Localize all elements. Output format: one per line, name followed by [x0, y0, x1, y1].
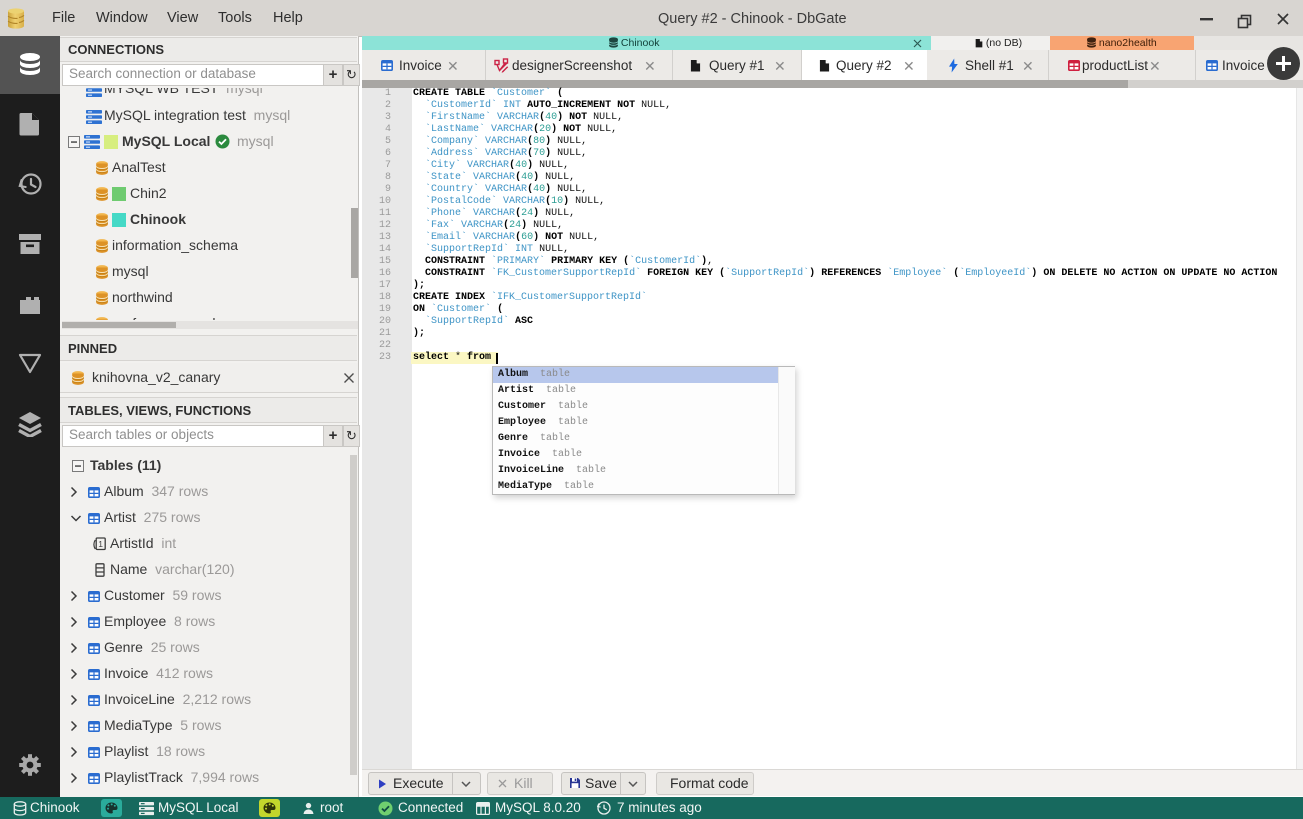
svg-text:1: 1: [98, 539, 103, 549]
